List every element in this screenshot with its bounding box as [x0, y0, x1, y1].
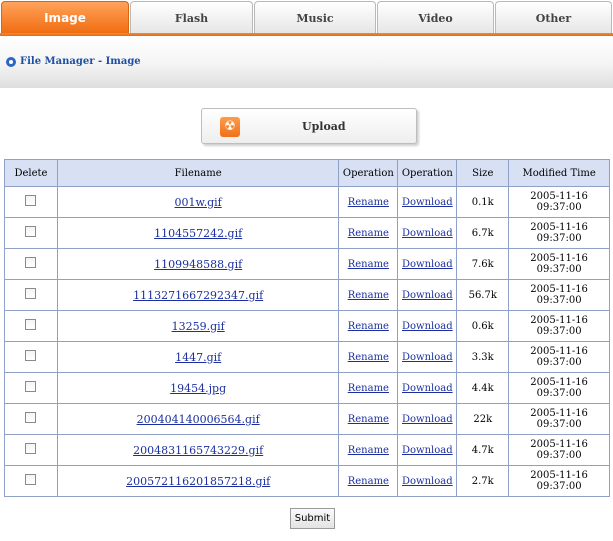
upload-icon: ☢: [220, 117, 240, 137]
download-link[interactable]: Download: [402, 476, 453, 487]
rename-link[interactable]: Rename: [348, 383, 389, 394]
filename-link[interactable]: 200572116201857218.gif: [126, 475, 270, 488]
download-link[interactable]: Download: [402, 445, 453, 456]
table-row: 19454.jpg Rename Download 4.4k 2005-11-1…: [4, 372, 610, 404]
rename-link[interactable]: Rename: [348, 259, 389, 270]
rename-link[interactable]: Rename: [348, 476, 389, 487]
table-row: 200404140006564.gif Rename Download 22k …: [4, 403, 610, 435]
size-cell: 2.7k: [456, 465, 510, 497]
breadcrumb-band: File Manager - Image: [0, 36, 613, 88]
tab-label: Flash: [174, 12, 209, 25]
delete-checkbox[interactable]: [25, 381, 37, 392]
filename-link[interactable]: 1104557242.gif: [154, 227, 242, 240]
header-delete: Delete: [4, 159, 58, 187]
size-cell: 3.3k: [456, 341, 510, 373]
download-link[interactable]: Download: [402, 383, 453, 394]
delete-checkbox[interactable]: [25, 412, 37, 423]
filename-link[interactable]: 1447.gif: [175, 351, 221, 364]
file-table: Delete Filename Operation Operation Size…: [4, 159, 610, 497]
download-link[interactable]: Download: [402, 197, 453, 208]
size-cell: 0.6k: [456, 310, 510, 342]
filename-link[interactable]: 200404140006564.gif: [137, 413, 260, 426]
tab-video[interactable]: Video: [377, 1, 494, 33]
size-cell: 7.6k: [456, 248, 510, 280]
download-link[interactable]: Download: [402, 414, 453, 425]
tab-other[interactable]: Other: [495, 1, 612, 33]
delete-checkbox[interactable]: [25, 350, 37, 361]
tab-music[interactable]: Music: [254, 1, 376, 33]
download-link[interactable]: Download: [402, 259, 453, 270]
download-link[interactable]: Download: [402, 321, 453, 332]
tab-label: Other: [535, 12, 572, 25]
table-row: 13259.gif Rename Download 0.6k 2005-11-1…: [4, 310, 610, 342]
delete-checkbox[interactable]: [25, 443, 37, 454]
submit-button[interactable]: Submit: [290, 508, 335, 529]
tab-label: Image: [44, 11, 86, 25]
filename-link[interactable]: 19454.jpg: [170, 382, 226, 395]
breadcrumb-text: File Manager - Image: [20, 56, 141, 67]
modified-cell: 2005-11-16 09:37:00: [508, 248, 610, 280]
modified-cell: 2005-11-16 09:37:00: [508, 186, 610, 218]
rename-link[interactable]: Rename: [348, 228, 389, 239]
filename-link[interactable]: 1109948588.gif: [154, 258, 242, 271]
header-operation: Operation: [338, 159, 399, 187]
table-row: 001w.gif Rename Download 0.1k 2005-11-16…: [4, 186, 610, 218]
table-row: 200572116201857218.gif Rename Download 2…: [4, 465, 610, 497]
modified-cell: 2005-11-16 09:37:00: [508, 217, 610, 249]
upload-label: Upload: [302, 120, 346, 133]
size-cell: 4.4k: [456, 372, 510, 404]
filename-link[interactable]: 13259.gif: [172, 320, 225, 333]
modified-cell: 2005-11-16 09:37:00: [508, 341, 610, 373]
size-cell: 22k: [456, 403, 510, 435]
delete-checkbox[interactable]: [25, 226, 37, 237]
rename-link[interactable]: Rename: [348, 197, 389, 208]
modified-cell: 2005-11-16 09:37:00: [508, 310, 610, 342]
size-cell: 56.7k: [456, 279, 510, 311]
size-cell: 6.7k: [456, 217, 510, 249]
delete-checkbox[interactable]: [25, 257, 37, 268]
table-row: 1113271667292347.gif Rename Download 56.…: [4, 279, 610, 311]
breadcrumb: File Manager - Image: [6, 56, 141, 67]
header-modified-time: Modified Time: [508, 159, 610, 187]
delete-checkbox[interactable]: [25, 319, 37, 330]
table-row: 2004831165743229.gif Rename Download 4.7…: [4, 434, 610, 466]
tab-flash[interactable]: Flash: [130, 1, 253, 33]
size-cell: 4.7k: [456, 434, 510, 466]
modified-cell: 2005-11-16 09:37:00: [508, 465, 610, 497]
size-cell: 0.1k: [456, 186, 510, 218]
download-link[interactable]: Download: [402, 228, 453, 239]
delete-checkbox[interactable]: [25, 474, 37, 485]
filename-link[interactable]: 1113271667292347.gif: [133, 289, 263, 302]
download-link[interactable]: Download: [402, 290, 453, 301]
delete-checkbox[interactable]: [25, 288, 37, 299]
header-operation: Operation: [397, 159, 458, 187]
table-row: 1447.gif Rename Download 3.3k 2005-11-16…: [4, 341, 610, 373]
rename-link[interactable]: Rename: [348, 290, 389, 301]
download-link[interactable]: Download: [402, 352, 453, 363]
modified-cell: 2005-11-16 09:37:00: [508, 434, 610, 466]
radio-bullet-icon: [6, 56, 16, 67]
upload-button[interactable]: ☢ Upload: [201, 108, 417, 144]
table-row: 1104557242.gif Rename Download 6.7k 2005…: [4, 217, 610, 249]
filename-link[interactable]: 2004831165743229.gif: [133, 444, 263, 457]
tab-label: Video: [418, 12, 453, 25]
modified-cell: 2005-11-16 09:37:00: [508, 279, 610, 311]
rename-link[interactable]: Rename: [348, 414, 389, 425]
table-header-row: Delete Filename Operation Operation Size…: [4, 159, 610, 187]
rename-link[interactable]: Rename: [348, 352, 389, 363]
tab-image[interactable]: Image: [1, 1, 129, 33]
rename-link[interactable]: Rename: [348, 445, 389, 456]
header-filename: Filename: [56, 159, 340, 187]
table-row: 1109948588.gif Rename Download 7.6k 2005…: [4, 248, 610, 280]
modified-cell: 2005-11-16 09:37:00: [508, 403, 610, 435]
filename-link[interactable]: 001w.gif: [175, 196, 222, 209]
rename-link[interactable]: Rename: [348, 321, 389, 332]
tab-bar: Image Flash Music Video Other: [0, 0, 613, 36]
modified-cell: 2005-11-16 09:37:00: [508, 372, 610, 404]
delete-checkbox[interactable]: [25, 195, 37, 206]
tab-label: Music: [296, 12, 334, 25]
header-size: Size: [456, 159, 510, 187]
